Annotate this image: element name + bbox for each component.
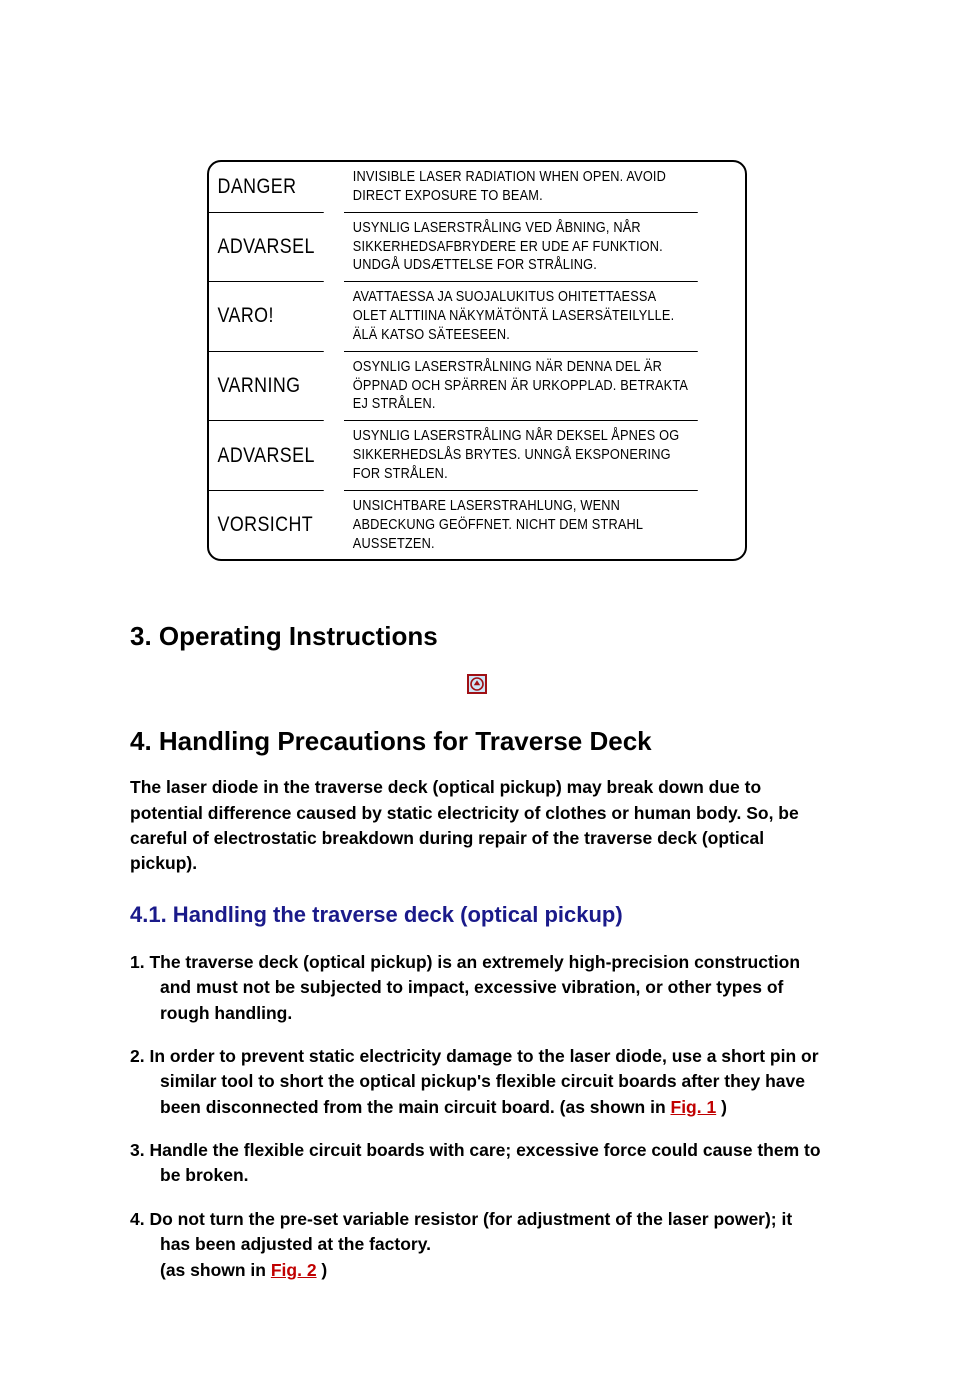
list-item-text: (as shown in: [160, 1260, 271, 1280]
section-4-intro-paragraph: The laser diode in the traverse deck (op…: [130, 775, 824, 877]
warning-message: AVATTAESSA JA SUOJALUKITUS OHITETTAESSA …: [344, 282, 697, 352]
list-item-text: ): [317, 1260, 328, 1280]
warning-label: ADVARSEL: [209, 421, 323, 491]
section-4-1-heading: 4.1. Handling the traverse deck (optical…: [130, 902, 824, 928]
warning-row: VARNING OSYNLIG LASERSTRÅLNING NÄR DENNA…: [209, 352, 745, 422]
list-item: 2. In order to prevent static electricit…: [130, 1044, 824, 1120]
warning-label: VARNING: [209, 352, 323, 422]
warning-message: OSYNLIG LASERSTRÅLNING NÄR DENNA DEL ÄR …: [344, 352, 697, 422]
laser-warning-table: DANGER INVISIBLE LASER RADIATION WHEN OP…: [207, 160, 747, 561]
figure-1-link[interactable]: Fig. 1: [671, 1097, 717, 1117]
list-item: 3. Handle the flexible circuit boards wi…: [130, 1138, 824, 1189]
warning-row: DANGER INVISIBLE LASER RADIATION WHEN OP…: [209, 162, 745, 213]
back-to-top-link[interactable]: [130, 674, 824, 696]
list-item-text: ): [716, 1097, 727, 1117]
warning-row: ADVARSEL USYNLIG LASERSTRÅLING VED ÅBNIN…: [209, 213, 745, 283]
section-3-heading: 3. Operating Instructions: [130, 621, 824, 652]
figure-2-link[interactable]: Fig. 2: [271, 1260, 317, 1280]
document-page: DANGER INVISIBLE LASER RADIATION WHEN OP…: [0, 0, 954, 1381]
warning-row: VORSICHT UNSICHTBARE LASERSTRAHLUNG, WEN…: [209, 491, 745, 560]
warning-message: INVISIBLE LASER RADIATION WHEN OPEN. AVO…: [344, 162, 697, 213]
warning-label: ADVARSEL: [209, 213, 323, 283]
up-arrow-icon: [467, 674, 487, 694]
warning-label: DANGER: [209, 162, 323, 213]
handling-precautions-list: 1. The traverse deck (optical pickup) is…: [130, 950, 824, 1283]
warning-message: UNSICHTBARE LASERSTRAHLUNG, WENN ABDECKU…: [344, 491, 697, 560]
warning-label: VORSICHT: [209, 491, 323, 560]
warning-row: ADVARSEL USYNLIG LASERSTRÅLING NÅR DEKSE…: [209, 421, 745, 491]
list-item-text: 4. Do not turn the pre-set variable resi…: [130, 1209, 792, 1254]
list-item: 4. Do not turn the pre-set variable resi…: [130, 1207, 824, 1283]
warning-message: USYNLIG LASERSTRÅLING VED ÅBNING, NÅR SI…: [344, 213, 697, 283]
list-item: 1. The traverse deck (optical pickup) is…: [130, 950, 824, 1026]
section-4-heading: 4. Handling Precautions for Traverse Dec…: [130, 726, 824, 757]
warning-message: USYNLIG LASERSTRÅLING NÅR DEKSEL ÅPNES O…: [344, 421, 697, 491]
warning-row: VARO! AVATTAESSA JA SUOJALUKITUS OHITETT…: [209, 282, 745, 352]
warning-label: VARO!: [209, 282, 323, 352]
